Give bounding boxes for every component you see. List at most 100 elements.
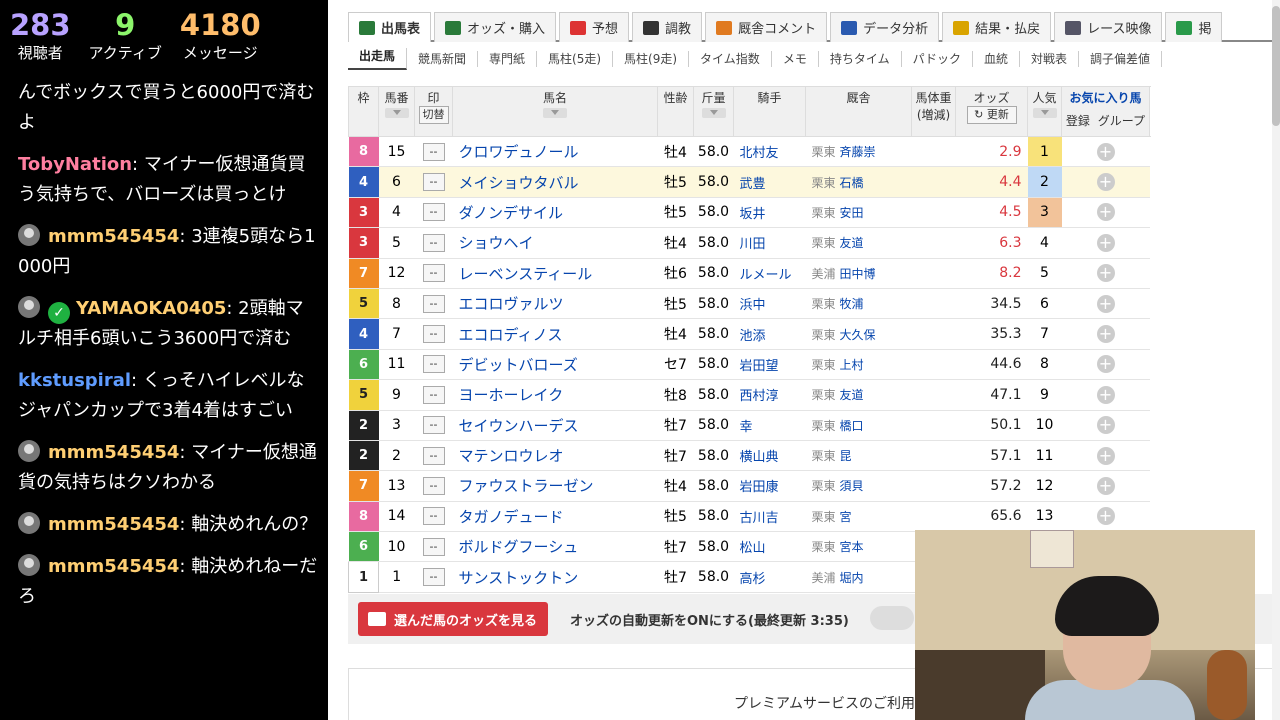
add-favorite-icon[interactable]: + bbox=[1096, 203, 1115, 222]
mark-select-button[interactable]: -- bbox=[422, 537, 445, 556]
chat-username[interactable]: kkstuspiral bbox=[18, 370, 131, 391]
subtab-item[interactable]: 持ちタイム bbox=[819, 51, 902, 67]
header-umaban[interactable]: 馬番 bbox=[378, 86, 415, 137]
mark-select-button[interactable]: -- bbox=[422, 233, 445, 252]
subtab-item[interactable]: 馬柱(5走) bbox=[537, 51, 614, 67]
subtab-item[interactable]: 専門紙 bbox=[478, 51, 538, 67]
subtab-item[interactable]: 調子偏差値 bbox=[1079, 51, 1163, 67]
jockey-link[interactable]: 北村友 bbox=[733, 136, 806, 168]
tab-coin[interactable]: 結果・払戻 bbox=[942, 12, 1052, 42]
sort-icon[interactable] bbox=[543, 108, 567, 118]
mark-select-button[interactable]: -- bbox=[422, 264, 445, 283]
horse-name-link[interactable]: マテンロウレオ bbox=[452, 440, 658, 472]
jockey-link[interactable]: 浜中 bbox=[733, 288, 806, 320]
trainer-link[interactable]: 橋口 bbox=[840, 419, 864, 433]
trainer-link[interactable]: 堀内 bbox=[840, 571, 864, 585]
subtab-item[interactable]: メモ bbox=[772, 51, 819, 67]
mark-select-button[interactable]: -- bbox=[422, 203, 445, 222]
trainer-link[interactable]: 斉藤崇 bbox=[840, 145, 876, 159]
horse-name-link[interactable]: メイショウタバル bbox=[452, 166, 658, 198]
subtab-item[interactable]: 競馬新聞 bbox=[407, 51, 479, 67]
odds-refresh-button[interactable]: ↻ 更新 bbox=[966, 106, 1017, 124]
horse-name-link[interactable]: タガノデュード bbox=[452, 501, 658, 533]
sort-icon[interactable] bbox=[384, 108, 409, 118]
header-weight[interactable]: 斤量 bbox=[693, 86, 734, 137]
trainer-link[interactable]: 宮本 bbox=[840, 540, 864, 554]
subtab-item[interactable]: パドック bbox=[902, 51, 973, 67]
table-row[interactable]: 7 13 -- ファウストラーゼン 牡4 58.0 岩田康 栗東 須貝 57.2 12 + bbox=[348, 470, 1150, 502]
jockey-link[interactable]: 横山典 bbox=[733, 440, 806, 472]
jockey-link[interactable]: 岩田望 bbox=[733, 349, 806, 381]
trainer-link[interactable]: 友道 bbox=[840, 388, 864, 402]
add-favorite-icon[interactable]: + bbox=[1096, 446, 1115, 465]
mark-toggle-button[interactable]: 切替 bbox=[418, 106, 449, 124]
chat-username[interactable]: mmm545454 bbox=[48, 556, 179, 577]
table-row[interactable]: 3 4 -- ダノンデサイル 牡5 58.0 坂井 栗東 安田 4.5 3 + bbox=[348, 197, 1150, 229]
add-favorite-icon[interactable]: + bbox=[1096, 173, 1115, 192]
table-row[interactable]: 5 8 -- エコロヴァルツ 牡5 58.0 浜中 栗東 牧浦 34.5 6 + bbox=[348, 288, 1150, 320]
trainer-link[interactable]: 友道 bbox=[840, 236, 864, 250]
jockey-link[interactable]: 高杉 bbox=[733, 561, 806, 593]
jockey-link[interactable]: 川田 bbox=[733, 227, 806, 259]
table-row[interactable]: 5 9 -- ヨーホーレイク 牡8 58.0 西村淳 栗東 友道 47.1 9 + bbox=[348, 379, 1150, 411]
tab-stopwatch[interactable]: 調教 bbox=[632, 12, 703, 42]
add-favorite-icon[interactable]: + bbox=[1096, 507, 1115, 526]
add-favorite-icon[interactable]: + bbox=[1096, 385, 1115, 404]
horse-name-link[interactable]: ヨーホーレイク bbox=[452, 379, 658, 411]
horse-name-link[interactable]: ファウストラーゼン bbox=[452, 470, 658, 502]
horse-name-link[interactable]: セイウンハーデス bbox=[452, 410, 658, 441]
subtab-item[interactable]: 馬柱(9走) bbox=[613, 51, 690, 67]
subtab-item[interactable]: 出走馬 bbox=[348, 48, 408, 70]
tab-house[interactable]: 厩舎コメント bbox=[705, 12, 828, 42]
jockey-link[interactable]: ルメール bbox=[733, 258, 806, 289]
scrollbar-thumb[interactable] bbox=[1272, 6, 1280, 126]
mark-select-button[interactable]: -- bbox=[422, 142, 445, 161]
trainer-link[interactable]: 上村 bbox=[840, 358, 864, 372]
mark-select-button[interactable]: -- bbox=[422, 355, 445, 374]
table-row[interactable]: 3 5 -- ショウヘイ 牡4 58.0 川田 栗東 友道 6.3 4 + bbox=[348, 227, 1150, 259]
trainer-link[interactable]: 大久保 bbox=[840, 328, 876, 342]
horse-name-link[interactable]: サンストックトン bbox=[452, 561, 658, 593]
table-row[interactable]: 4 6 -- メイショウタバル 牡5 58.0 武豊 栗東 石橋 4.4 2 + bbox=[348, 166, 1150, 198]
sort-icon[interactable] bbox=[1032, 108, 1057, 118]
add-favorite-icon[interactable]: + bbox=[1096, 264, 1115, 283]
mark-select-button[interactable]: -- bbox=[422, 476, 445, 495]
horse-name-link[interactable]: エコロディノス bbox=[452, 318, 658, 350]
horse-name-link[interactable]: エコロヴァルツ bbox=[452, 288, 658, 320]
mark-select-button[interactable]: -- bbox=[422, 294, 445, 313]
table-row[interactable]: 8 14 -- タガノデュード 牡5 58.0 古川吉 栗東宮 65.6 13 + bbox=[348, 501, 1150, 533]
horse-name-link[interactable]: ダノンデサイル bbox=[452, 197, 658, 229]
add-favorite-icon[interactable]: + bbox=[1096, 476, 1115, 495]
header-horse-name[interactable]: 馬名 bbox=[452, 86, 658, 137]
add-favorite-icon[interactable]: + bbox=[1096, 355, 1115, 374]
mark-select-button[interactable]: -- bbox=[422, 385, 445, 404]
jockey-link[interactable]: 岩田康 bbox=[733, 470, 806, 502]
table-row[interactable]: 8 15 -- クロワデュノール 牡4 58.0 北村友 栗東 斉藤崇 2.9 1 + bbox=[348, 136, 1150, 168]
mark-select-button[interactable]: -- bbox=[422, 446, 445, 465]
tab-ticket[interactable]: オッズ・購入 bbox=[434, 12, 557, 42]
horse-name-link[interactable]: クロワデュノール bbox=[452, 136, 658, 168]
sort-icon[interactable] bbox=[701, 108, 726, 118]
subtab-item[interactable]: タイム指数 bbox=[689, 51, 772, 67]
mark-select-button[interactable]: -- bbox=[422, 507, 445, 526]
chat-username[interactable]: TobyNation bbox=[18, 154, 132, 175]
add-favorite-icon[interactable]: + bbox=[1096, 294, 1115, 313]
jockey-link[interactable]: 坂井 bbox=[733, 197, 806, 229]
jockey-link[interactable]: 池添 bbox=[733, 318, 806, 350]
trainer-link[interactable]: 須貝 bbox=[840, 479, 864, 493]
horse-name-link[interactable]: レーベンスティール bbox=[452, 258, 658, 289]
tab-chat[interactable]: 掲 bbox=[1165, 12, 1223, 42]
jockey-link[interactable]: 松山 bbox=[733, 531, 806, 563]
trainer-link[interactable]: 宮 bbox=[840, 510, 852, 524]
add-favorite-icon[interactable]: + bbox=[1096, 142, 1115, 161]
trainer-link[interactable]: 田中博 bbox=[840, 267, 876, 281]
mark-select-button[interactable]: -- bbox=[422, 568, 445, 587]
tab-video[interactable]: レース映像 bbox=[1054, 12, 1163, 42]
tab-target[interactable]: 予想 bbox=[559, 12, 630, 42]
jockey-link[interactable]: 古川吉 bbox=[733, 501, 806, 533]
chat-username[interactable]: YAMAOKA0405 bbox=[76, 298, 226, 319]
table-row[interactable]: 7 12 -- レーベンスティール 牡6 58.0 ルメール 美浦 田中博 8.2 5 + bbox=[348, 258, 1150, 289]
subtab-item[interactable]: 対戦表 bbox=[1020, 51, 1079, 67]
jockey-link[interactable]: 武豊 bbox=[733, 166, 806, 198]
table-row[interactable]: 2 2 -- マテンロウレオ 牡7 58.0 横山典 栗東昆 57.1 11 + bbox=[348, 440, 1150, 472]
